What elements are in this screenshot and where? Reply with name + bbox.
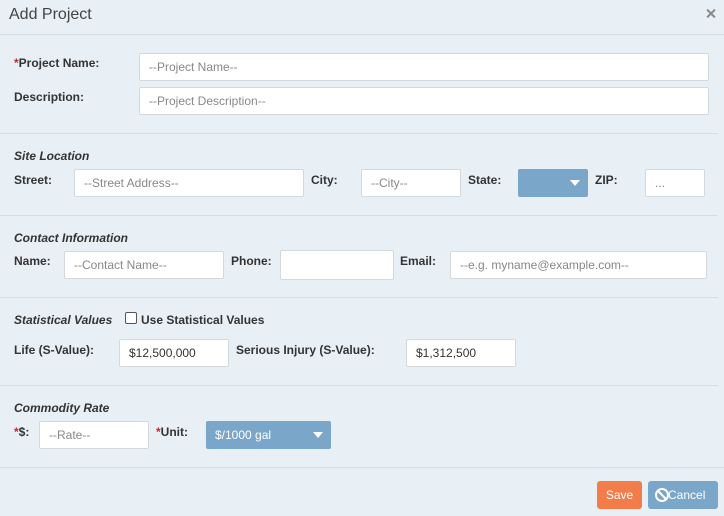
description-label: Description: — [14, 90, 85, 104]
section-divider — [0, 215, 718, 216]
state-label: State: — [468, 173, 502, 187]
project-name-label-text: Project Name: — [18, 56, 100, 70]
city-input[interactable] — [361, 169, 461, 197]
cancel-button[interactable]: Cancel — [648, 481, 718, 509]
ban-icon — [655, 488, 669, 502]
street-input[interactable] — [74, 169, 304, 197]
city-label: City: — [311, 173, 338, 187]
project-name-input[interactable] — [139, 53, 709, 81]
street-label: Street: — [14, 173, 53, 187]
phone-label: Phone: — [231, 254, 272, 268]
unit-select-value: $/1000 gal — [215, 428, 272, 442]
email-label: Email: — [400, 254, 437, 268]
contact-name-label: Name: — [14, 254, 51, 268]
phone-input[interactable] — [280, 250, 394, 280]
save-button[interactable]: Save — [597, 481, 642, 509]
description-input[interactable] — [139, 87, 709, 115]
unit-label: *Unit: — [156, 425, 188, 439]
use-statistical-values-label: Use Statistical Values — [141, 313, 265, 327]
section-divider — [0, 297, 718, 298]
chevron-down-icon — [313, 432, 323, 438]
email-input[interactable] — [450, 251, 707, 279]
serious-injury-svalue-label: Serious Injury (S-Value): — [236, 343, 375, 357]
unit-select[interactable]: $/1000 gal — [206, 421, 331, 449]
zip-label: ZIP: — [595, 173, 618, 187]
rate-label: *$: — [14, 425, 29, 439]
state-select[interactable] — [518, 169, 588, 197]
rate-input[interactable] — [39, 421, 149, 449]
statistical-values-heading: Statistical Values — [14, 313, 113, 327]
footer-divider — [0, 467, 724, 468]
unit-label-text: Unit: — [160, 425, 188, 439]
site-location-heading: Site Location — [14, 149, 90, 163]
dialog-header: Add Project — [0, 0, 724, 35]
section-divider — [0, 133, 718, 134]
cancel-button-label: Cancel — [668, 488, 706, 502]
commodity-rate-heading: Commodity Rate — [14, 401, 110, 415]
life-svalue-input[interactable] — [119, 339, 229, 367]
life-svalue-label: Life (S-Value): — [14, 343, 95, 357]
add-project-dialog: Add Project *Project Name: Description: … — [0, 0, 724, 516]
close-icon[interactable] — [704, 7, 718, 21]
project-name-label: *Project Name: — [14, 56, 99, 70]
use-statistical-values-checkbox[interactable] — [125, 312, 137, 324]
contact-info-heading: Contact Information — [14, 231, 128, 245]
serious-injury-svalue-input[interactable] — [406, 339, 516, 367]
chevron-down-icon — [570, 180, 580, 186]
zip-input[interactable] — [645, 169, 705, 197]
dialog-title: Add Project — [9, 6, 92, 23]
section-divider — [0, 385, 718, 386]
rate-label-text: $: — [18, 425, 30, 439]
contact-name-input[interactable] — [64, 251, 224, 279]
